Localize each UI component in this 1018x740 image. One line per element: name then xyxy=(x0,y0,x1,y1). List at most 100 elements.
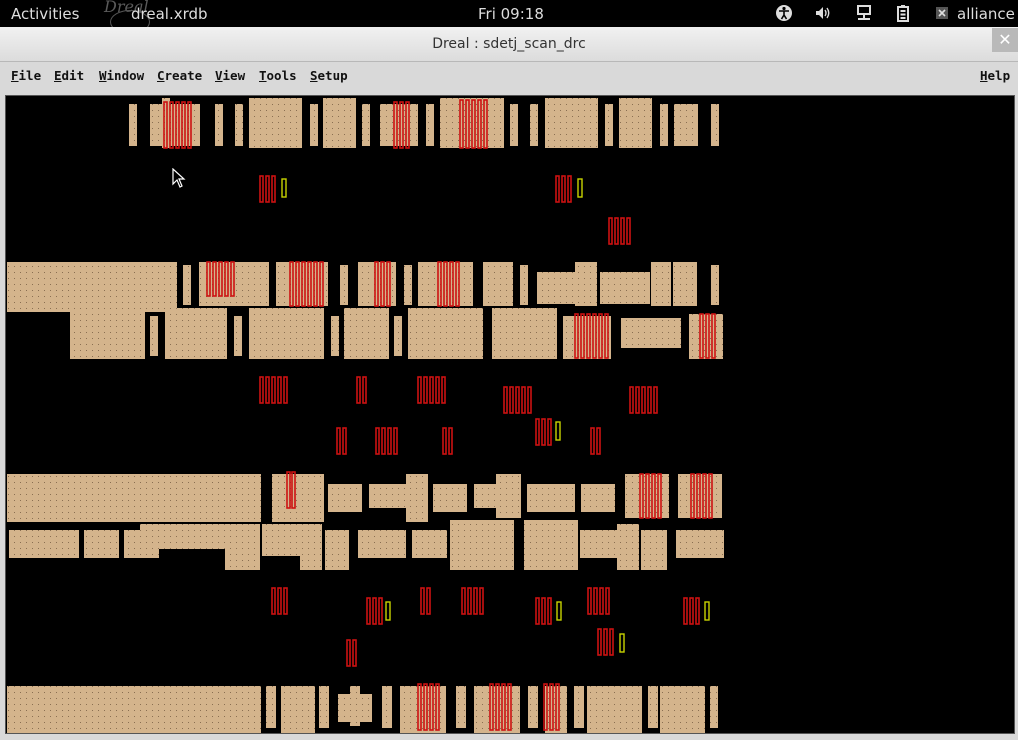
close-icon[interactable]: ✕ xyxy=(992,28,1018,52)
drc-violation-marker xyxy=(423,376,428,404)
layout-cell xyxy=(234,316,242,356)
activities-button[interactable]: Activities xyxy=(11,5,79,23)
layout-cell xyxy=(711,104,719,146)
layout-cell xyxy=(524,520,578,570)
drc-violation-marker xyxy=(647,386,652,414)
layout-cell xyxy=(235,104,243,146)
window-titlebar[interactable]: Dreal : sdetj_scan_drc ✕ xyxy=(0,27,1018,62)
drc-violation-marker xyxy=(683,597,688,625)
drc-violation-marker xyxy=(608,217,613,245)
layout-cell xyxy=(412,530,447,558)
menu-edit[interactable]: Edit xyxy=(54,68,84,83)
menu-setup[interactable]: Setup xyxy=(310,68,348,83)
layout-cell xyxy=(433,484,467,512)
drc-violation-marker xyxy=(417,376,422,404)
layout-cell xyxy=(404,265,412,305)
user-menu[interactable]: alliance xyxy=(957,5,1015,23)
drc-violation-marker xyxy=(541,597,546,625)
layout-cell xyxy=(340,265,348,305)
drc-violation-marker xyxy=(420,587,425,615)
menu-create[interactable]: Create xyxy=(157,68,202,83)
drc-violation-marker xyxy=(366,597,371,625)
drc-violation-marker xyxy=(356,376,361,404)
layout-cell xyxy=(249,308,324,359)
drc-violation-marker xyxy=(599,587,604,615)
layout-cell xyxy=(574,686,584,728)
drc-violation-marker xyxy=(527,386,532,414)
layout-cell xyxy=(344,308,389,359)
layout-cell xyxy=(408,308,483,359)
drc-violation-marker xyxy=(547,418,552,446)
layout-cell xyxy=(249,98,302,148)
drc-violation-marker xyxy=(629,386,634,414)
network-icon[interactable] xyxy=(855,4,873,22)
drc-violation-marker xyxy=(265,376,270,404)
layout-cell xyxy=(673,262,697,306)
drc-violation-marker xyxy=(609,628,614,656)
drc-violation-marker xyxy=(590,427,595,455)
drc-violation-marker xyxy=(426,587,431,615)
layout-canvas[interactable] xyxy=(5,95,1015,734)
layout-cell xyxy=(496,474,521,518)
menu-tools[interactable]: Tools xyxy=(259,68,297,83)
drc-markers xyxy=(163,99,716,731)
layout-cell xyxy=(319,686,329,728)
volume-icon[interactable] xyxy=(814,4,832,22)
layout-cell xyxy=(660,686,705,733)
battery-icon[interactable] xyxy=(894,4,912,22)
drc-violation-marker xyxy=(442,427,447,455)
layout-cell xyxy=(527,484,575,512)
layout-cell xyxy=(621,318,681,348)
drc-violation-marker xyxy=(429,376,434,404)
drc-violation-marker xyxy=(283,376,288,404)
drc-violation-marker xyxy=(441,376,446,404)
layout-cell xyxy=(676,530,724,558)
drc-violation-marker xyxy=(503,386,508,414)
menu-view[interactable]: View xyxy=(215,68,245,83)
layout-cell xyxy=(406,474,428,522)
drc-violation-marker xyxy=(271,587,276,615)
layout-cell xyxy=(7,474,261,522)
drc-violation-marker xyxy=(473,587,478,615)
window-title: Dreal : sdetj_scan_drc xyxy=(432,36,586,52)
user-icon[interactable] xyxy=(935,4,953,22)
layout-cell xyxy=(418,262,473,306)
drc-violation-marker xyxy=(605,587,610,615)
menu-help[interactable]: Help xyxy=(980,68,1010,83)
layout-cell xyxy=(492,308,557,359)
layout-cell xyxy=(520,265,528,305)
layout-cell xyxy=(530,104,538,146)
layout-cell xyxy=(215,104,223,146)
drc-violation-marker xyxy=(635,386,640,414)
layout-cell xyxy=(483,262,513,306)
layout-cell xyxy=(162,98,170,148)
drc-error-highlight xyxy=(281,178,287,198)
layout-cell xyxy=(474,686,520,733)
layout-cell xyxy=(528,686,538,728)
layout-cell xyxy=(474,484,496,508)
drc-violation-marker xyxy=(362,376,367,404)
drc-violation-marker xyxy=(372,597,377,625)
layout-cell xyxy=(456,686,466,728)
drc-violation-marker xyxy=(547,597,552,625)
menu-window[interactable]: Window xyxy=(99,68,144,83)
accessibility-icon[interactable] xyxy=(775,4,793,22)
drc-violation-marker xyxy=(259,175,264,203)
drc-violation-marker xyxy=(259,376,264,404)
drc-violation-marker xyxy=(467,587,472,615)
layout-cell xyxy=(362,104,370,146)
menu-file[interactable]: File xyxy=(11,68,41,83)
layout-cell xyxy=(9,530,79,558)
clock[interactable]: Fri 09:18 xyxy=(478,5,544,23)
layout-cell xyxy=(545,98,598,148)
drc-violation-marker xyxy=(641,386,646,414)
drc-violation-marker xyxy=(346,639,351,667)
layout-cell xyxy=(266,686,276,728)
layout-cell xyxy=(328,484,362,512)
layout-cell xyxy=(660,104,668,146)
app-menu-title[interactable]: dreal.xrdb xyxy=(131,5,208,23)
layout-cell xyxy=(619,98,652,148)
layout-cell xyxy=(323,98,356,148)
layout-cell xyxy=(7,686,261,733)
drc-violation-marker xyxy=(626,217,631,245)
